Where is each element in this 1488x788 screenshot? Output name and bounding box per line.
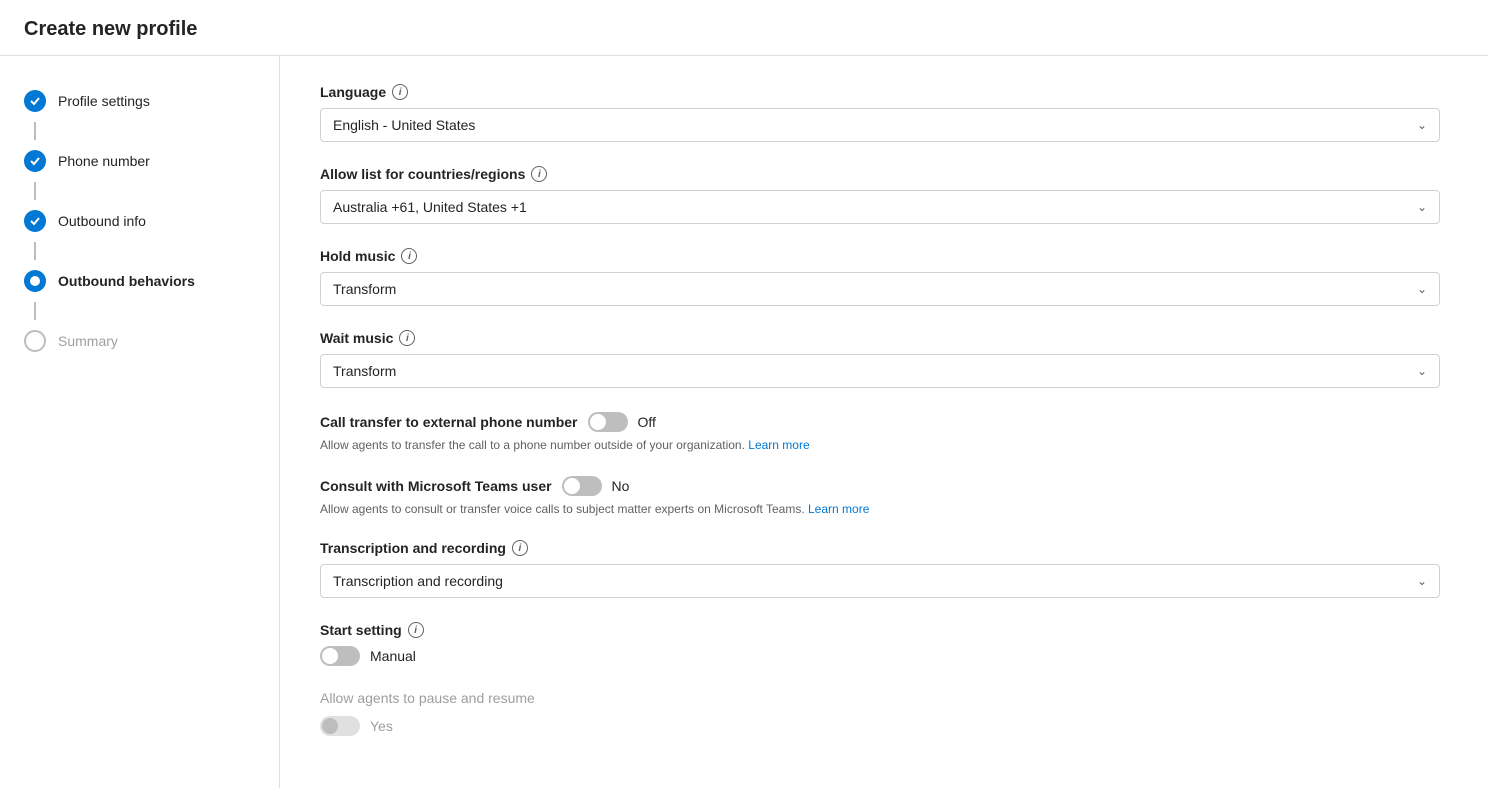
transcription-label: Transcription and recording i	[320, 540, 1448, 556]
step-circle-outbound-behaviors	[24, 270, 46, 292]
sidebar-item-phone-number[interactable]: Phone number	[0, 140, 279, 182]
allow-list-field-group: Allow list for countries/regions i Austr…	[320, 166, 1448, 224]
transcription-info-icon[interactable]: i	[512, 540, 528, 556]
main-content: Language i English - United States ⌄ All…	[280, 56, 1488, 788]
consult-teams-field-group: Consult with Microsoft Teams user No All…	[320, 476, 1448, 516]
consult-teams-learn-more-link[interactable]: Learn more	[808, 502, 869, 516]
consult-teams-help: Allow agents to consult or transfer voic…	[320, 502, 1440, 516]
call-transfer-row: Call transfer to external phone number O…	[320, 412, 1448, 432]
sidebar-item-summary[interactable]: Summary	[0, 320, 279, 362]
consult-teams-status: No	[612, 478, 630, 494]
call-transfer-label: Call transfer to external phone number	[320, 414, 578, 430]
start-setting-info-icon[interactable]: i	[408, 622, 424, 638]
language-info-icon[interactable]: i	[392, 84, 408, 100]
sidebar-connector-1	[34, 122, 36, 140]
wait-music-info-icon[interactable]: i	[399, 330, 415, 346]
start-setting-toggle[interactable]	[320, 646, 360, 666]
call-transfer-learn-more-link[interactable]: Learn more	[748, 438, 809, 452]
sidebar-connector-3	[34, 242, 36, 260]
sidebar-item-outbound-behaviors[interactable]: Outbound behaviors	[0, 260, 279, 302]
consult-teams-row: Consult with Microsoft Teams user No	[320, 476, 1448, 496]
allow-pause-toggle	[320, 716, 360, 736]
transcription-select[interactable]: Transcription and recording ⌄	[320, 564, 1440, 598]
sidebar-connector-2	[34, 182, 36, 200]
step-circle-profile-settings	[24, 90, 46, 112]
start-setting-row: Manual	[320, 646, 1448, 666]
start-setting-field-group: Start setting i Manual	[320, 622, 1448, 666]
allow-list-label: Allow list for countries/regions i	[320, 166, 1448, 182]
wait-music-label: Wait music i	[320, 330, 1448, 346]
hold-music-field-group: Hold music i Transform ⌄	[320, 248, 1448, 306]
call-transfer-status: Off	[638, 414, 656, 430]
sidebar-label-summary: Summary	[58, 333, 118, 349]
sidebar-label-outbound-behaviors: Outbound behaviors	[58, 273, 195, 289]
sidebar-item-outbound-info[interactable]: Outbound info	[0, 200, 279, 242]
wait-music-field-group: Wait music i Transform ⌄	[320, 330, 1448, 388]
sidebar: Profile settings Phone number Outbound i…	[0, 56, 280, 788]
wait-music-chevron-icon: ⌄	[1417, 364, 1427, 378]
language-select[interactable]: English - United States ⌄	[320, 108, 1440, 142]
consult-teams-toggle[interactable]	[562, 476, 602, 496]
hold-music-info-icon[interactable]: i	[401, 248, 417, 264]
consult-teams-label: Consult with Microsoft Teams user	[320, 478, 552, 494]
allow-pause-row: Allow agents to pause and resume	[320, 690, 1448, 706]
hold-music-label: Hold music i	[320, 248, 1448, 264]
page-title: Create new profile	[0, 0, 1488, 56]
step-circle-phone-number	[24, 150, 46, 172]
sidebar-label-phone-number: Phone number	[58, 153, 150, 169]
call-transfer-field-group: Call transfer to external phone number O…	[320, 412, 1448, 452]
hold-music-chevron-icon: ⌄	[1417, 282, 1427, 296]
allow-list-info-icon[interactable]: i	[531, 166, 547, 182]
allow-list-chevron-icon: ⌄	[1417, 200, 1427, 214]
sidebar-label-outbound-info: Outbound info	[58, 213, 146, 229]
step-circle-outbound-info	[24, 210, 46, 232]
start-setting-value: Manual	[370, 648, 416, 664]
sidebar-label-profile-settings: Profile settings	[58, 93, 150, 109]
allow-pause-field-group: Allow agents to pause and resume Yes	[320, 690, 1448, 736]
allow-pause-value: Yes	[370, 718, 393, 734]
transcription-chevron-icon: ⌄	[1417, 574, 1427, 588]
step-circle-summary	[24, 330, 46, 352]
hold-music-select[interactable]: Transform ⌄	[320, 272, 1440, 306]
sidebar-item-profile-settings[interactable]: Profile settings	[0, 80, 279, 122]
sidebar-connector-4	[34, 302, 36, 320]
call-transfer-help: Allow agents to transfer the call to a p…	[320, 438, 1440, 452]
call-transfer-toggle[interactable]	[588, 412, 628, 432]
transcription-field-group: Transcription and recording i Transcript…	[320, 540, 1448, 598]
language-chevron-icon: ⌄	[1417, 118, 1427, 132]
allow-pause-toggle-row: Yes	[320, 716, 1448, 736]
language-field-group: Language i English - United States ⌄	[320, 84, 1448, 142]
allow-list-select[interactable]: Australia +61, United States +1 ⌄	[320, 190, 1440, 224]
wait-music-select[interactable]: Transform ⌄	[320, 354, 1440, 388]
start-setting-label: Start setting i	[320, 622, 1448, 638]
allow-pause-label: Allow agents to pause and resume	[320, 690, 535, 706]
language-label: Language i	[320, 84, 1448, 100]
